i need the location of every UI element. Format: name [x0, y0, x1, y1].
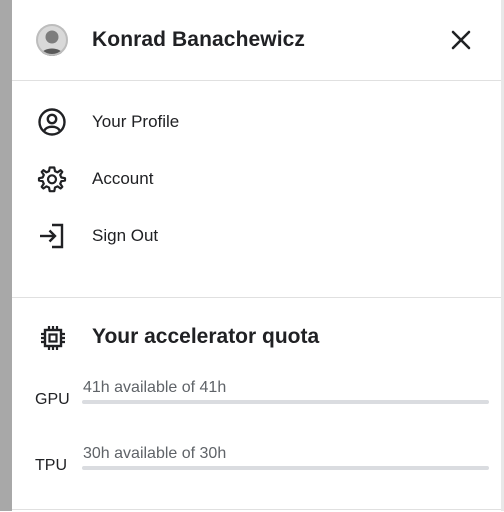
background-page-edge [0, 0, 12, 511]
menu-item-label: Your Profile [92, 111, 180, 131]
quota-row-tpu: TPU 30h available of 30h [12, 445, 501, 485]
chip-icon [39, 324, 67, 352]
menu-item-sign-out[interactable]: Sign Out [12, 207, 501, 264]
user-name: Konrad Banachewicz [92, 28, 306, 51]
avatar[interactable] [36, 24, 68, 56]
panel-header: Konrad Banachewicz [12, 0, 501, 81]
user-circle-icon [37, 107, 67, 137]
section-divider [12, 509, 501, 510]
menu-item-label: Account [92, 168, 154, 188]
quota-progress-bar [82, 400, 489, 404]
accelerator-quota-section: Your accelerator quota GPU 41h available… [12, 298, 501, 512]
sign-out-icon [37, 221, 67, 251]
menu-item-account[interactable]: Account [12, 150, 501, 207]
menu-item-label: Sign Out [92, 225, 159, 245]
avatar-photo [36, 24, 68, 56]
menu-item-your-profile[interactable]: Your Profile [12, 93, 501, 150]
close-icon [451, 30, 471, 50]
quota-progress-bar [82, 466, 489, 470]
user-menu-panel: Konrad Banachewicz Your Profile Account … [12, 0, 501, 511]
quota-availability: 30h available of 30h [83, 445, 227, 462]
quota-name: TPU [35, 457, 67, 474]
close-button[interactable] [449, 28, 473, 52]
quota-row-gpu: GPU 41h available of 41h [12, 379, 501, 419]
gear-icon [37, 164, 67, 194]
quota-availability: 41h available of 41h [83, 379, 227, 396]
quota-name: GPU [35, 391, 70, 408]
account-menu: Your Profile Account Sign Out [12, 81, 501, 298]
quota-title: Your accelerator quota [92, 325, 320, 348]
